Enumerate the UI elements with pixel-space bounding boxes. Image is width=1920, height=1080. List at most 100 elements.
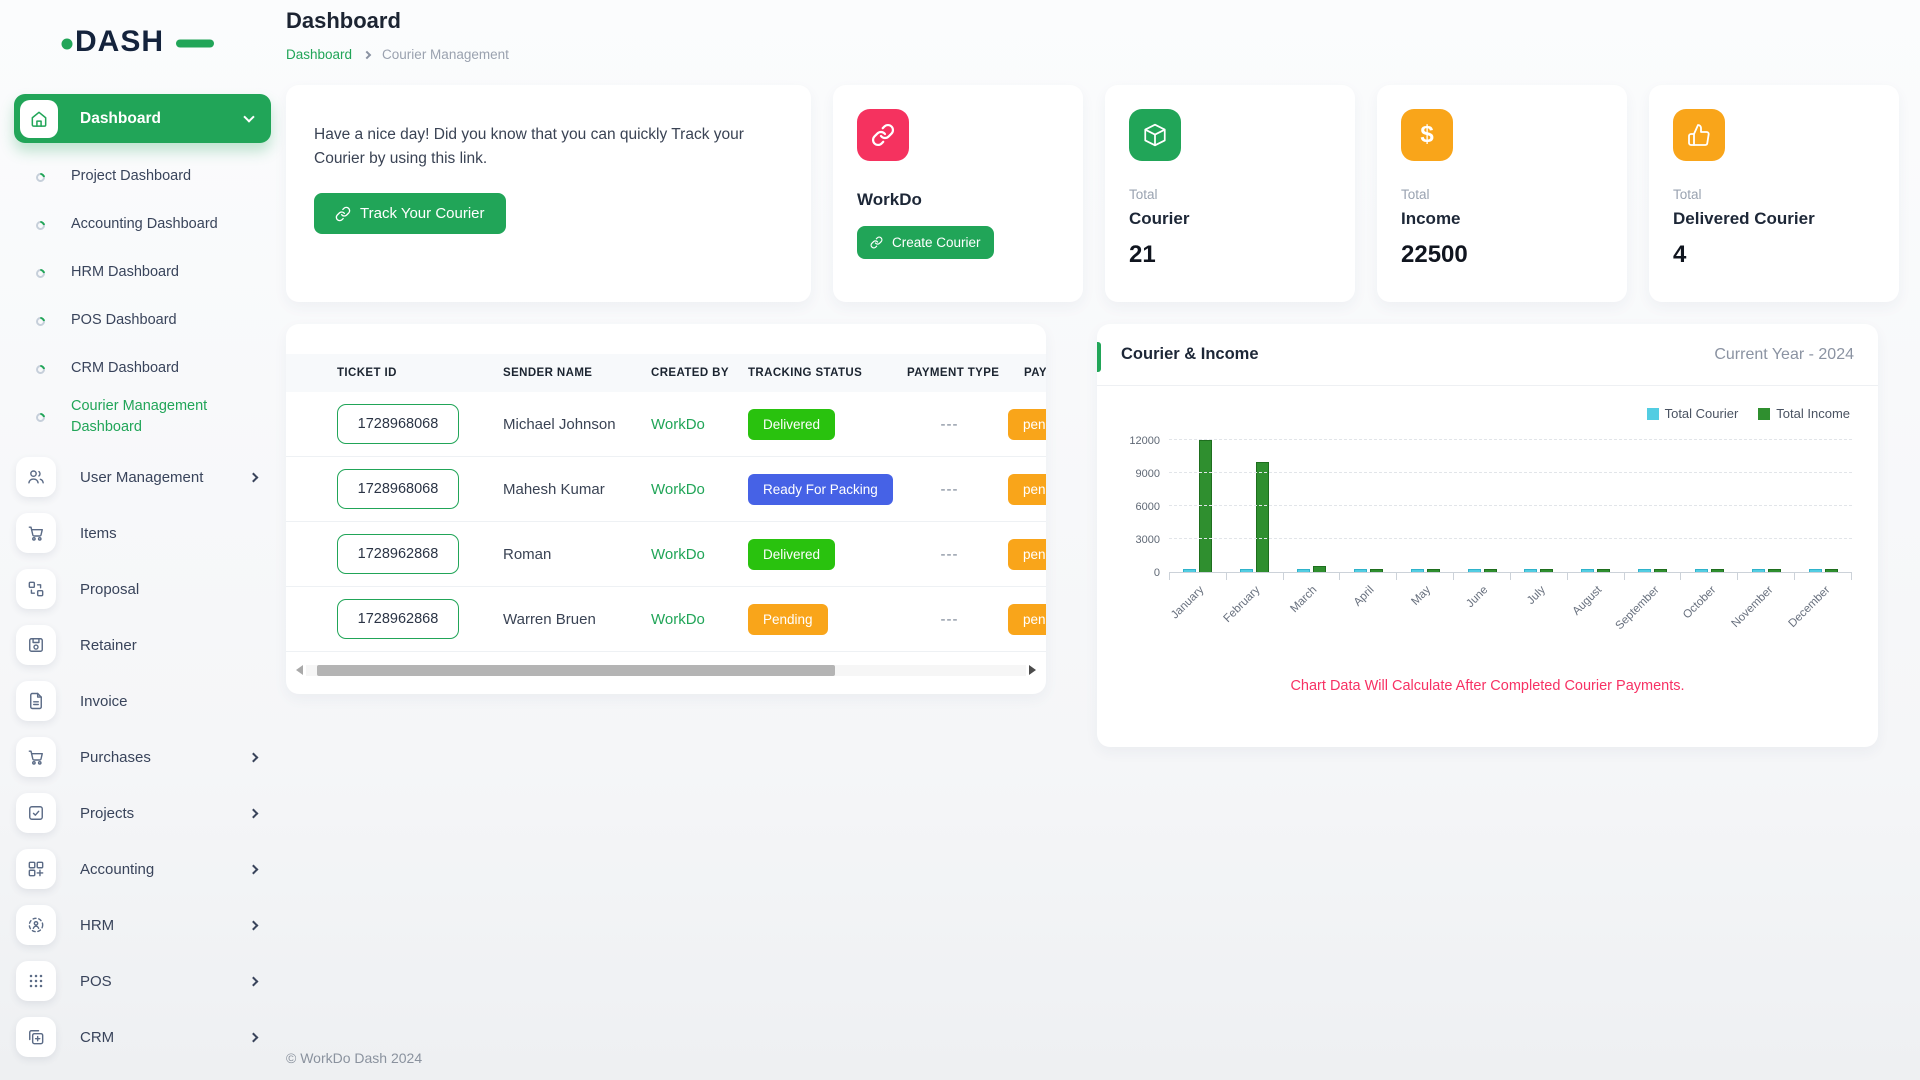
dash-logo-graphic: DASH <box>60 18 218 60</box>
sidebar-item-purchases[interactable]: Purchases <box>14 729 271 785</box>
y-axis-label: 3000 <box>1136 534 1160 546</box>
chart-bar <box>1540 569 1553 572</box>
create-courier-button[interactable]: Create Courier <box>857 226 994 259</box>
file-text-icon <box>16 681 56 721</box>
chart-bar <box>1313 566 1326 572</box>
scrollbar-thumb[interactable] <box>317 665 835 676</box>
gridline <box>1169 439 1852 440</box>
created-by-link[interactable]: WorkDo <box>635 481 732 498</box>
chart-bar-group <box>1681 441 1738 572</box>
sender-name: Roman <box>487 546 635 563</box>
stat-value: 21 <box>1129 241 1331 269</box>
chart-bar-group <box>1397 441 1454 572</box>
created-by-link[interactable]: WorkDo <box>635 546 732 563</box>
legend-total-income[interactable]: Total Income <box>1758 406 1850 421</box>
grid-plus-icon <box>16 849 56 889</box>
chart-title: Courier & Income <box>1121 345 1259 364</box>
ticket-id: 1728962868 <box>337 534 459 574</box>
sidebar-item-invoice[interactable]: Invoice <box>14 673 271 729</box>
chart-bar-group <box>1283 441 1340 572</box>
x-axis-label: June <box>1464 584 1490 610</box>
y-axis-label: 0 <box>1154 567 1160 579</box>
created-by-link[interactable]: WorkDo <box>635 416 732 433</box>
sidebar-item-proposal[interactable]: Proposal <box>14 561 271 617</box>
sender-name: Michael Johnson <box>487 416 635 433</box>
chart-bar <box>1711 569 1724 572</box>
chart-note: Chart Data Will Calculate After Complete… <box>1123 678 1852 694</box>
sidebar-item-dashboard[interactable]: Dashboard <box>14 94 271 143</box>
brand-logo[interactable]: DASH <box>60 18 271 60</box>
dollar-icon: $ <box>1401 109 1453 161</box>
scrollbar-track[interactable] <box>306 665 1026 676</box>
chart-bar-group <box>1567 441 1624 572</box>
logo-text: DASH <box>75 25 164 58</box>
ring-icon <box>34 219 47 232</box>
sidebar-item-accounting[interactable]: Accounting <box>14 841 271 897</box>
ticket-id: 1728968068 <box>337 404 459 444</box>
sidebar: DASH Dashboard Project Dashboard Account… <box>0 0 285 1080</box>
scroll-left-arrow-icon[interactable] <box>296 665 303 675</box>
x-axis-ticks <box>1169 573 1852 580</box>
stat-card-total-courier: Total Courier 21 <box>1105 85 1355 302</box>
breadcrumb-dashboard-link[interactable]: Dashboard <box>286 47 352 62</box>
chart-subtitle: Current Year - 2024 <box>1714 346 1854 364</box>
breadcrumb-current: Courier Management <box>382 47 509 62</box>
sidebar-subitem-crm-dashboard[interactable]: CRM Dashboard <box>14 345 271 393</box>
tracking-status-badge: Ready For Packing <box>748 474 893 505</box>
overlap-squares-icon <box>16 1017 56 1057</box>
sidebar-item-retainer[interactable]: Retainer <box>14 617 271 673</box>
payment-type: --- <box>891 546 1008 563</box>
sender-name: Mahesh Kumar <box>487 481 635 498</box>
courier-income-chart-card: Courier & Income Current Year - 2024 Tot… <box>1097 324 1878 747</box>
gridline <box>1169 538 1852 539</box>
chart-bar <box>1695 569 1708 572</box>
sidebar-item-projects[interactable]: Projects <box>14 785 271 841</box>
col-sender-name: SENDER NAME <box>487 367 635 379</box>
home-icon <box>20 100 58 138</box>
sidebar-item-hrm[interactable]: HRM <box>14 897 271 953</box>
sidebar-subitem-project-dashboard[interactable]: Project Dashboard <box>14 153 271 201</box>
chevron-right-icon <box>249 920 259 930</box>
scroll-right-arrow-icon[interactable] <box>1029 665 1036 675</box>
table-row: 1728962868 Warren Bruen WorkDo Pending -… <box>286 587 1046 652</box>
chart-bar-group <box>1624 441 1681 572</box>
legend-total-courier[interactable]: Total Courier <box>1647 406 1739 421</box>
sidebar-subitem-courier-management-dashboard[interactable]: Courier Management Dashboard <box>14 393 271 441</box>
stat-card-total-income: $ Total Income 22500 <box>1377 85 1627 302</box>
payment-status-badge: pending <box>1008 474 1046 505</box>
link-icon <box>870 236 883 249</box>
sidebar-item-pos[interactable]: POS <box>14 953 271 1009</box>
stat-card-delivered-courier: Total Delivered Courier 4 <box>1649 85 1899 302</box>
chart-bar <box>1768 569 1781 572</box>
page-title: Dashboard <box>286 8 1900 34</box>
chart-bar <box>1524 569 1537 572</box>
copyright: © WorkDo Dash 2024 <box>286 1050 422 1066</box>
chart-bar <box>1752 569 1765 572</box>
chevron-right-icon <box>249 752 259 762</box>
sidebar-item-crm[interactable]: CRM <box>14 1009 271 1065</box>
sidebar-item-items[interactable]: Items <box>14 505 271 561</box>
y-axis-label: 6000 <box>1136 501 1160 513</box>
sidebar-subitem-pos-dashboard[interactable]: POS Dashboard <box>14 297 271 345</box>
link-icon <box>335 206 351 222</box>
sidebar-item-label: Dashboard <box>80 110 245 128</box>
track-your-courier-button[interactable]: Track Your Courier <box>314 193 506 234</box>
col-payment-type: PAYMENT TYPE <box>891 367 1008 379</box>
chevron-down-icon <box>243 111 254 122</box>
checkbox-icon <box>16 793 56 833</box>
chevron-right-icon <box>249 864 259 874</box>
sidebar-subitem-hrm-dashboard[interactable]: HRM Dashboard <box>14 249 271 297</box>
sidebar-subitem-accounting-dashboard[interactable]: Accounting Dashboard <box>14 201 271 249</box>
created-by-link[interactable]: WorkDo <box>635 611 732 628</box>
x-axis-label: July <box>1525 584 1548 607</box>
sidebar-item-user-management[interactable]: User Management <box>14 449 271 505</box>
table-row: 1728968068 Michael Johnson WorkDo Delive… <box>286 392 1046 457</box>
chart-bar-group <box>1738 441 1795 572</box>
horizontal-scrollbar[interactable] <box>296 664 1036 676</box>
table-header-row: TICKET ID SENDER NAME CREATED BY TRACKIN… <box>286 354 1046 392</box>
dots-grid-icon <box>16 961 56 1001</box>
main-content: Dashboard Dashboard Courier Management H… <box>285 0 1920 1080</box>
payment-type: --- <box>891 416 1008 433</box>
tracking-status-badge: Delivered <box>748 539 835 570</box>
welcome-message: Have a nice day! Did you know that you c… <box>314 123 794 171</box>
